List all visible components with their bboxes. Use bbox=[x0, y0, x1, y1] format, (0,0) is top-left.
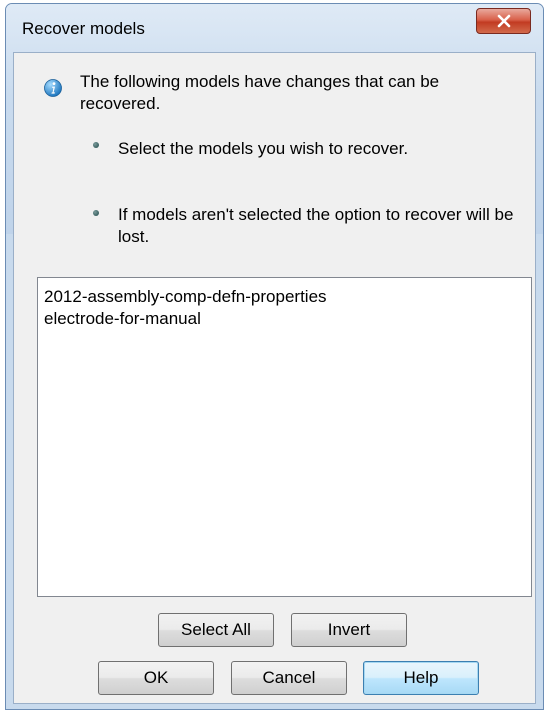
models-listbox[interactable]: 2012-assembly-comp-defn-properties elect… bbox=[37, 277, 532, 597]
ok-button[interactable]: OK bbox=[98, 661, 214, 695]
message-text: The following models have changes that c… bbox=[80, 72, 440, 113]
close-icon bbox=[497, 14, 510, 28]
window-title: Recover models bbox=[22, 19, 145, 38]
dialog-body: The following models have changes that c… bbox=[13, 52, 536, 704]
select-all-button[interactable]: Select All bbox=[158, 613, 274, 647]
list-item[interactable]: 2012-assembly-comp-defn-properties bbox=[44, 286, 327, 308]
bullet-dot bbox=[93, 142, 99, 148]
dialog-window: Recover models The following models have… bbox=[5, 3, 544, 710]
close-button[interactable] bbox=[476, 8, 531, 34]
invert-button[interactable]: Invert bbox=[291, 613, 407, 647]
info-icon bbox=[44, 79, 62, 97]
help-button[interactable]: Help bbox=[363, 661, 479, 695]
bullet-select-models: Select the models you wish to recover. bbox=[118, 139, 409, 158]
bullet-dot bbox=[93, 210, 99, 216]
cancel-button[interactable]: Cancel bbox=[231, 661, 347, 695]
list-item[interactable]: electrode-for-manual bbox=[44, 308, 201, 330]
bullet-option-lost: If models aren't selected the option to … bbox=[118, 205, 514, 246]
